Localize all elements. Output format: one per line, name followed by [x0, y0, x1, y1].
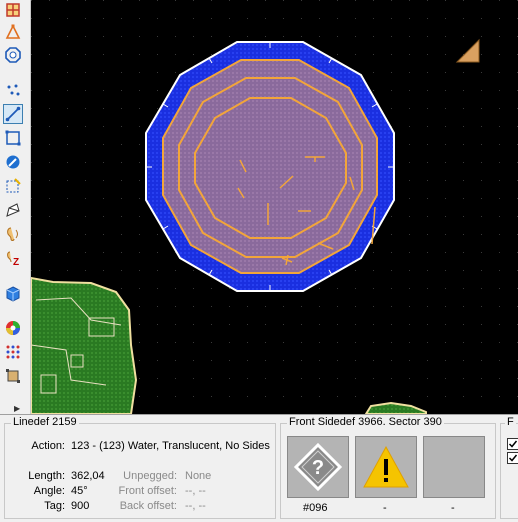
select-box-icon[interactable]: [3, 128, 23, 148]
things-mode-icon[interactable]: [3, 0, 23, 20]
sound-icon[interactable]: [3, 224, 23, 244]
edit-icon[interactable]: [3, 200, 23, 220]
unpegged-value: None: [185, 470, 212, 482]
back-offset-label: Back offset:: [119, 500, 177, 512]
middle-texture-slot[interactable]: [355, 436, 417, 498]
action-label: Action:: [31, 440, 65, 452]
cube-3d-icon[interactable]: [3, 284, 23, 304]
linedef-title: Linedef 2159: [11, 416, 79, 428]
tag-value: 900: [71, 500, 90, 512]
angle-value: 45°: [71, 485, 88, 497]
lower-texture-slot[interactable]: [423, 436, 485, 498]
vertices-mode-icon[interactable]: [3, 22, 23, 42]
draw-icon[interactable]: [3, 152, 23, 172]
length-label: Length:: [28, 470, 65, 482]
tag-label: Tag:: [44, 500, 65, 512]
flag-checkbox-2[interactable]: [507, 452, 518, 464]
linedef-info-group: Linedef 2159 Action: 123 - (123) Water, …: [4, 416, 276, 519]
angle-label: Angle:: [33, 485, 65, 497]
lower-texture-label: -: [451, 502, 455, 514]
front-sidedef-title: Front Sidedef 3966. Sector 390: [287, 416, 444, 428]
select-region-icon[interactable]: [3, 176, 23, 196]
action-value: 123 - (123) Water, Translucent, No Sides: [71, 440, 270, 452]
svg-text:Z: Z: [13, 257, 19, 266]
transform-icon[interactable]: [3, 366, 23, 386]
front-sidedef-group: Front Sidedef 3966. Sector 390 ? #096 - …: [280, 416, 496, 519]
sectors-mode-icon[interactable]: [3, 45, 23, 65]
flags-title: F: [505, 416, 516, 428]
flags-group: F: [500, 416, 518, 519]
upper-texture-slot[interactable]: ?: [287, 436, 349, 498]
upper-texture-label: #096: [303, 502, 328, 514]
color-wheel-icon[interactable]: [3, 318, 23, 338]
editing-modes-toolbar: Z ▶: [0, 0, 31, 414]
warning-icon: [363, 445, 409, 488]
z-height-icon[interactable]: Z: [3, 248, 23, 268]
front-offset-value: --, --: [185, 485, 206, 497]
map-view[interactable]: [31, 0, 518, 414]
length-value: 362,04: [71, 470, 105, 482]
front-offset-label: Front offset:: [118, 485, 178, 497]
back-offset-value: --, --: [185, 500, 206, 512]
middle-texture-label: -: [383, 502, 387, 514]
info-panel: Linedef 2159 Action: 123 - (123) Water, …: [0, 414, 518, 522]
unpegged-label: Unpegged:: [123, 470, 177, 482]
missing-texture-icon: ?: [293, 442, 343, 492]
vertex-dots-icon[interactable]: [3, 80, 23, 100]
grid-dots-icon[interactable]: [3, 342, 23, 362]
linedefs-mode-icon[interactable]: [3, 104, 23, 124]
grass-sector[interactable]: [31, 276, 138, 414]
flag-checkbox-1[interactable]: [507, 438, 518, 450]
collapse-panel-arrow-icon[interactable]: ▶: [14, 404, 20, 413]
svg-text:?: ?: [312, 457, 324, 479]
